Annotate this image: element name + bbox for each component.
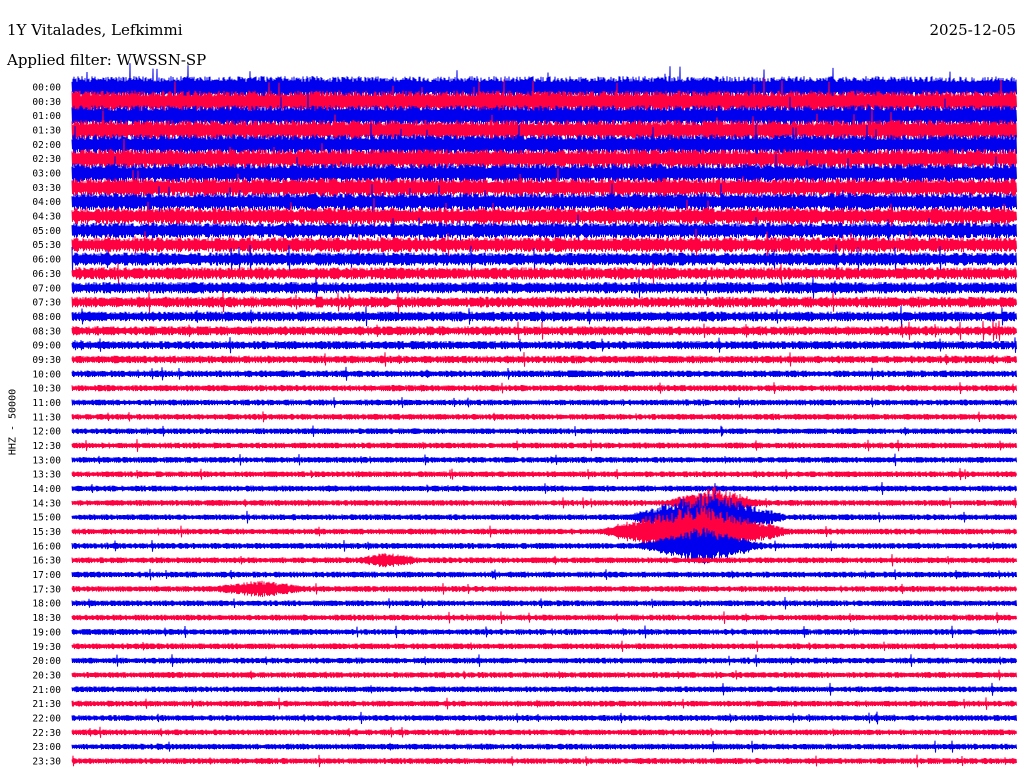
trace-row [71,320,1017,341]
row-time-label: 14:30 [32,498,61,509]
trace-row [71,596,1017,610]
row-time-label: 12:00 [32,427,61,438]
row-time-label: 02:30 [32,154,61,165]
row-time-label: 15:00 [32,513,61,524]
trace-row [71,337,1017,354]
row-time-label: 07:30 [32,298,61,309]
row-time-label: 04:00 [32,197,61,208]
row-time-label: 08:30 [32,326,61,337]
trace-row [71,482,1017,495]
trace-row [71,553,1017,568]
trace-row [71,669,1017,681]
row-time-label: 20:30 [32,670,61,681]
row-time-label: 23:30 [32,756,61,767]
row-time-label: 17:00 [32,570,61,581]
trace-row [71,754,1017,768]
trace-row [71,382,1017,395]
row-time-label: 23:00 [32,742,61,753]
trace-row [71,276,1017,299]
trace-row [71,640,1017,652]
row-time-label: 09:00 [32,341,61,352]
row-time-label: 05:00 [32,226,61,237]
trace-row [71,366,1017,381]
row-time-label: 01:00 [32,111,61,122]
trace-row [71,654,1017,667]
trace-row [71,425,1017,437]
row-time-label: 07:00 [32,283,61,294]
trace-row [71,486,1017,520]
trace-row [71,726,1017,738]
trace-row [71,262,1017,284]
trace-row [71,397,1017,408]
trace-row [71,468,1017,481]
trace-row [71,305,1017,328]
row-time-label: 08:00 [32,312,61,323]
row-time-label: 19:00 [32,627,61,638]
row-time-label: 06:30 [32,269,61,280]
trace-row [71,740,1017,753]
row-time-label: 13:00 [32,455,61,466]
row-time-label: 09:30 [32,355,61,366]
trace-row [71,711,1017,725]
trace-row [71,411,1017,423]
row-time-label: 22:00 [32,713,61,724]
row-time-label: 03:00 [32,169,61,180]
row-time-label: 19:30 [32,642,61,653]
helicorder-plot: 00:00 00:30 01:00 01:30 02:00 02:30 03:00 03:30… [32,63,1017,768]
trace-row [71,697,1017,710]
trace-row [71,352,1017,367]
row-time-label: 06:00 [32,255,61,266]
trace-row [71,682,1017,696]
row-time-label: 03:30 [32,183,61,194]
row-time-label: 21:30 [32,699,61,710]
trace-row [71,439,1017,452]
row-time-label: 10:00 [32,369,61,380]
row-time-label: 18:30 [32,613,61,624]
row-time-label: 11:30 [32,412,61,423]
row-time-label: 04:30 [32,212,61,223]
trace-row [71,493,1017,542]
trace-row [71,568,1017,581]
row-time-label: 15:30 [32,527,61,538]
row-time-label: 10:30 [32,384,61,395]
row-time-label: 02:00 [32,140,61,151]
row-time-label: 01:30 [32,126,61,137]
row-time-label: 16:30 [32,556,61,567]
trace-row [71,453,1017,467]
row-time-label: 21:00 [32,685,61,696]
trace-row [71,504,1017,559]
row-time-label: 00:30 [32,97,61,108]
trace-row [71,625,1017,639]
trace-row [71,611,1017,624]
row-time-label: 11:00 [32,398,61,409]
row-time-label: 20:00 [32,656,61,667]
row-time-label: 18:00 [32,599,61,610]
trace-row [71,580,1017,598]
row-time-label: 16:00 [32,541,61,552]
row-time-label: 00:00 [32,83,61,94]
row-time-label: 05:30 [32,240,61,251]
row-time-label: 14:00 [32,484,61,495]
row-time-label: 17:30 [32,584,61,595]
row-time-label: 22:30 [32,728,61,739]
row-time-label: 13:30 [32,470,61,481]
row-time-label: 12:30 [32,441,61,452]
trace-row [71,290,1017,314]
